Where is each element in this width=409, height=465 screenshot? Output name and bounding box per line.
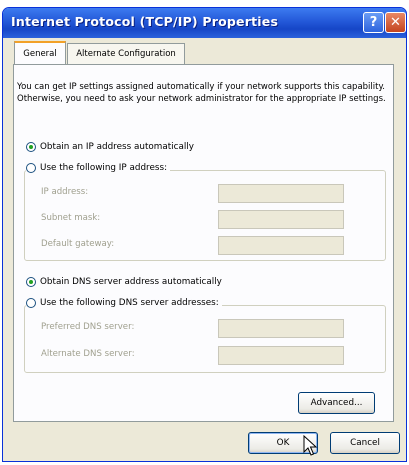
ip-address-field[interactable] [218,184,344,203]
obtain-dns-auto-radio[interactable]: Obtain DNS server address automatically [26,277,225,287]
radio-selected-icon [26,277,36,287]
radio-selected-icon [26,142,36,152]
close-button[interactable]: ✕ [385,12,406,33]
advanced-button[interactable]: Advanced... [298,392,375,414]
alternate-dns-label: Alternate DNS server: [41,349,135,359]
use-following-ip-radio[interactable]: Use the following IP address: [26,163,171,173]
obtain-ip-auto-label: Obtain an IP address automatically [40,142,194,152]
preferred-dns-field[interactable] [218,319,344,338]
obtain-dns-auto-label: Obtain DNS server address automatically [40,277,222,287]
subnet-mask-label: Subnet mask: [41,213,101,223]
description-text: You can get IP settings assigned automat… [17,82,386,104]
radio-unselected-icon [26,298,36,308]
mouse-pointer-icon [303,435,318,456]
subnet-mask-field[interactable] [218,210,344,229]
window-title: Internet Protocol (TCP/IP) Properties [11,14,279,29]
help-icon: ? [369,15,378,30]
tab-alternate-configuration[interactable]: Alternate Configuration [67,43,185,64]
default-gateway-label: Default gateway: [41,239,115,249]
close-icon: ✕ [390,15,401,30]
radio-unselected-icon [26,163,36,173]
alternate-dns-field[interactable] [218,346,344,365]
obtain-ip-auto-radio[interactable]: Obtain an IP address automatically [26,142,197,152]
preferred-dns-label: Preferred DNS server: [41,322,135,332]
use-following-dns-label: Use the following DNS server addresses: [40,298,219,308]
use-following-ip-label: Use the following IP address: [40,163,168,173]
help-button[interactable]: ? [363,12,384,33]
ip-address-label: IP address: [41,187,89,197]
default-gateway-field[interactable] [218,236,344,255]
tab-general[interactable]: General [14,41,66,64]
cancel-button[interactable]: Cancel [330,432,400,454]
title-bar[interactable]: Internet Protocol (TCP/IP) Properties ? … [3,8,406,38]
use-following-dns-radio[interactable]: Use the following DNS server addresses: [26,298,222,308]
